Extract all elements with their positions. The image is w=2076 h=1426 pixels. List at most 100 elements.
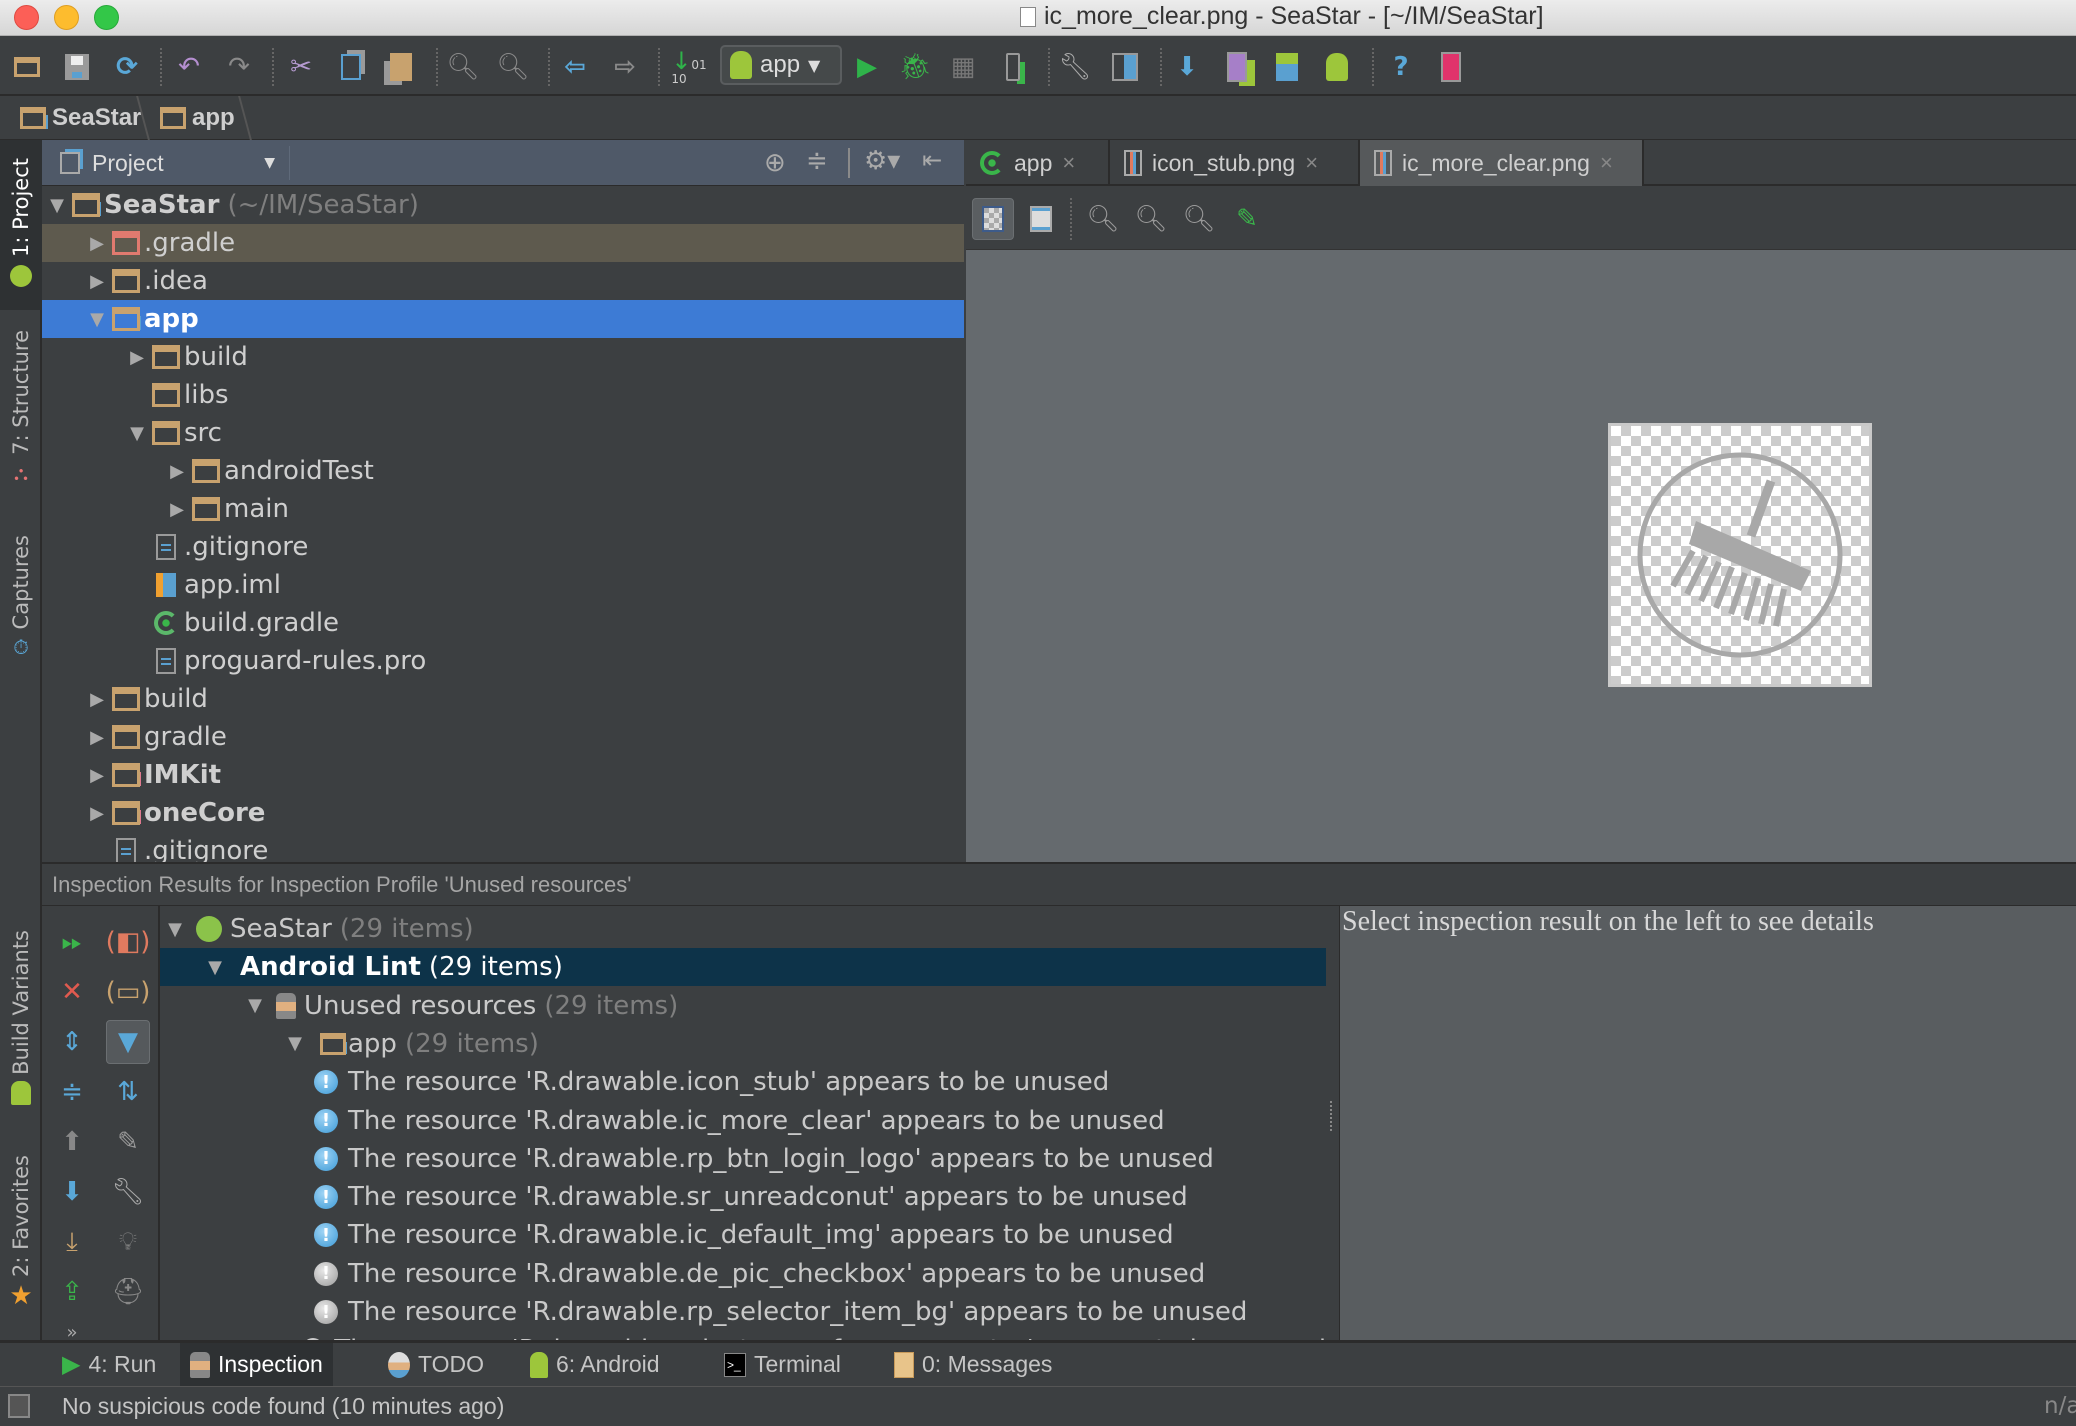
inspection-problem-item[interactable]: ! The resource 'R.drawable.ic_more_clear'…: [160, 1102, 1326, 1140]
android-monitor-button[interactable]: [1320, 50, 1354, 84]
project-tree-item[interactable]: proguard-rules.pro: [42, 642, 964, 680]
project-tree-item[interactable]: .gitignore: [42, 832, 964, 862]
replace-button[interactable]: 🔍︎: [496, 50, 530, 84]
project-tree-item[interactable]: ▶ main: [42, 490, 964, 528]
sdk-layout-button[interactable]: [1108, 50, 1142, 84]
back-button[interactable]: ⇦: [558, 50, 592, 84]
collapsed-arrow-icon[interactable]: ▶: [86, 233, 108, 254]
actual-size-button[interactable]: 🔍︎: [1178, 198, 1220, 240]
collapse-all-button[interactable]: ≑: [50, 1070, 94, 1114]
find-button[interactable]: 🔍︎: [446, 50, 480, 84]
sync-gradle-button[interactable]: ⬇: [1170, 50, 1204, 84]
tool-window-todo[interactable]: TODO: [378, 1343, 494, 1386]
open-folder-button[interactable]: [10, 50, 44, 84]
zoom-out-button[interactable]: 🔍︎: [1130, 198, 1172, 240]
expanded-arrow-icon[interactable]: ▼: [244, 995, 266, 1016]
tab-icon-stub-png[interactable]: icon_stub.png ×: [1110, 140, 1360, 186]
redo-button[interactable]: ↷: [222, 50, 256, 84]
autoscroll-button[interactable]: ⇅: [106, 1070, 150, 1114]
inspection-problem-item[interactable]: ! The resource 'R.drawable.icon_stub' app…: [160, 1063, 1326, 1101]
tool-tab-build-variants[interactable]: Build Variants: [0, 930, 42, 1110]
project-structure-button[interactable]: 🔧︎: [1058, 50, 1092, 84]
project-tree-item[interactable]: ▶ androidTest: [42, 452, 964, 490]
expanded-arrow-icon[interactable]: ▼: [284, 1033, 306, 1054]
toggle-grid-button[interactable]: [1020, 198, 1062, 240]
tab-app[interactable]: app ×: [966, 140, 1110, 186]
close-window-button[interactable]: [14, 5, 39, 30]
tool-window-android[interactable]: 6: Android: [520, 1343, 670, 1386]
project-tree-item[interactable]: ▶ gradle: [42, 718, 964, 756]
close-tab-icon[interactable]: ×: [1305, 150, 1318, 176]
synchronize-button[interactable]: ⟳: [110, 50, 144, 84]
undo-button[interactable]: ↶: [172, 50, 206, 84]
zoom-in-button[interactable]: 🔍︎: [1082, 198, 1124, 240]
group-by-directory-button[interactable]: (▭): [106, 970, 151, 1014]
collapsed-arrow-icon[interactable]: ▶: [166, 499, 188, 520]
cut-button[interactable]: ✂: [284, 50, 318, 84]
attach-debugger-button[interactable]: [996, 50, 1030, 84]
collapsed-arrow-icon[interactable]: ▶: [86, 271, 108, 292]
project-tree-item[interactable]: ▶ .gradle: [42, 224, 964, 262]
suppress-button[interactable]: 💡︎: [106, 1220, 150, 1264]
run-configuration-dropdown[interactable]: app ▼: [720, 45, 842, 85]
inspection-problem-item[interactable]: ! The resource 'R.drawable.sr_unreadconut…: [160, 1178, 1326, 1216]
collapsed-arrow-icon[interactable]: ▶: [166, 461, 188, 482]
expanded-arrow-icon[interactable]: ▼: [204, 957, 226, 978]
rerun-inspection-button[interactable]: ⏩︎: [50, 920, 94, 964]
project-tree-item[interactable]: ▶ IMKit: [42, 756, 964, 794]
copy-button[interactable]: [334, 50, 368, 84]
tool-window-toggle-icon[interactable]: [8, 1394, 30, 1418]
sdk-manager-button[interactable]: [1270, 50, 1304, 84]
project-tree-item[interactable]: .gitignore: [42, 528, 964, 566]
collapse-all-icon[interactable]: ≑: [806, 146, 828, 176]
debug-button[interactable]: 🐞︎: [898, 50, 932, 84]
project-view-dropdown[interactable]: Project ▼: [60, 146, 290, 180]
project-tree-item[interactable]: build.gradle: [42, 604, 964, 642]
expanded-arrow-icon[interactable]: ▼: [46, 195, 68, 216]
close-tab-icon[interactable]: ×: [1062, 150, 1075, 176]
project-tree-item[interactable]: ▼ src: [42, 414, 964, 452]
export-html-button[interactable]: ⇪: [50, 1270, 94, 1314]
collapsed-arrow-icon[interactable]: ▶: [86, 765, 108, 786]
tool-window-messages[interactable]: 0: Messages: [884, 1343, 1062, 1386]
breadcrumb-item-seastar[interactable]: SeaStar: [20, 102, 141, 134]
color-picker-button[interactable]: ✎: [1226, 198, 1268, 240]
breadcrumb-item-app[interactable]: app: [160, 102, 235, 134]
expanded-arrow-icon[interactable]: ▼: [86, 309, 108, 330]
inspection-problem-item[interactable]: ! The resource 'R.drawable.rp_btn_login_l…: [160, 1140, 1326, 1178]
device-monitor-button[interactable]: [1434, 50, 1468, 84]
expanded-arrow-icon[interactable]: ▼: [164, 919, 186, 940]
collapsed-arrow-icon[interactable]: ▶: [126, 347, 148, 368]
inspection-problem-item[interactable]: ! The resource 'R.drawable.ic_default_img…: [160, 1216, 1326, 1254]
close-tab-icon[interactable]: ×: [1600, 150, 1613, 176]
collapsed-arrow-icon[interactable]: ▶: [86, 803, 108, 824]
avd-manager-button[interactable]: [1220, 50, 1254, 84]
inspection-problem-item[interactable]: ! The resource 'R.drawable.rp_selector_it…: [160, 1293, 1326, 1331]
coverage-button[interactable]: ▦: [946, 50, 980, 84]
project-tree-item[interactable]: ▼ SeaStar (~/IM/SeaStar): [42, 186, 964, 224]
tool-window-run[interactable]: ▶ 4: Run: [52, 1343, 166, 1386]
inspection-tree-node[interactable]: ▼ SeaStar (29 items): [160, 910, 1326, 948]
tool-tab-structure[interactable]: 7: Structure ⛬: [0, 330, 42, 500]
export-button[interactable]: ⤓: [50, 1220, 94, 1264]
project-tree-item[interactable]: ▼ app: [42, 300, 964, 338]
toggle-chessboard-button[interactable]: [972, 198, 1014, 240]
scroll-from-source-icon[interactable]: ⊕: [764, 148, 786, 178]
project-tree-item[interactable]: ▶ build: [42, 680, 964, 718]
tab-ic-more-clear-png[interactable]: ic_more_clear.png ×: [1360, 140, 1644, 186]
project-tree-item[interactable]: app.iml: [42, 566, 964, 604]
collapsed-arrow-icon[interactable]: ▶: [86, 689, 108, 710]
inspection-tree-node[interactable]: ▼ app (29 items): [160, 1025, 1326, 1063]
minimize-window-button[interactable]: [54, 5, 79, 30]
next-problem-button[interactable]: ⬇: [50, 1170, 94, 1214]
filter-resolved-button[interactable]: ▼: [106, 1020, 150, 1064]
tool-tab-favorites[interactable]: 2: Favorites ★: [0, 1155, 42, 1325]
hide-panel-icon[interactable]: ⇤: [922, 146, 942, 174]
make-project-button[interactable]: ↓01 10: [671, 49, 706, 85]
close-inspection-button[interactable]: ✕: [50, 970, 94, 1014]
save-all-button[interactable]: [60, 50, 94, 84]
run-button[interactable]: ▶: [850, 50, 884, 84]
collapsed-arrow-icon[interactable]: ▶: [86, 727, 108, 748]
tool-window-terminal[interactable]: >_ Terminal: [714, 1343, 851, 1386]
quick-fix-button[interactable]: 🔧︎: [106, 1170, 150, 1214]
